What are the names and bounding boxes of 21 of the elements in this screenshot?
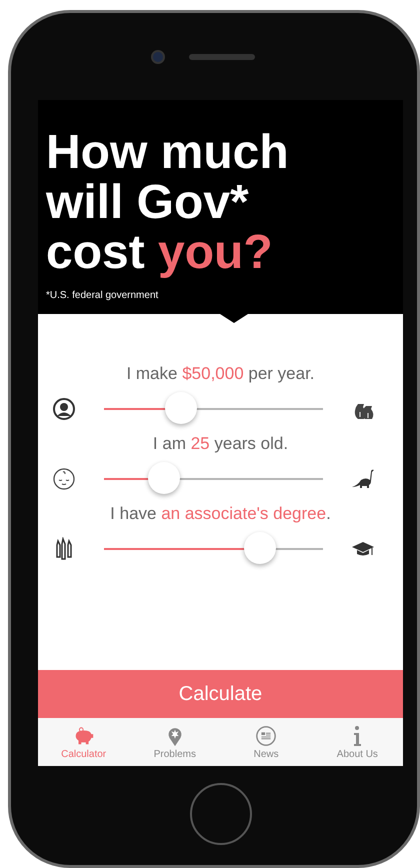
tab[interactable]: Calculator [38,718,130,766]
newspaper-icon [255,724,278,746]
slider-sentence: I am 25 years old. [152,433,290,455]
tab[interactable]: About Us [312,718,403,766]
camera-dot [151,50,165,64]
headline: How much will Gov* cost you? [46,128,290,278]
footnote: *U.S. federal government [46,290,160,301]
slider-thumb[interactable] [148,462,180,494]
slider-sentence: I have an associate's degree. [109,503,332,525]
slider-thumb[interactable] [244,532,276,564]
baby-face-icon [52,467,76,491]
speaker-slot [189,54,255,60]
calculate-button[interactable]: Calculate [38,670,403,718]
info-icon [352,724,362,746]
dinosaur-icon [351,467,375,491]
home-button[interactable] [190,782,252,844]
slider-sentence: I make $50,000 per year. [125,363,316,385]
tab[interactable]: Problems [129,718,220,766]
person-icon [52,397,76,421]
tab[interactable]: News [220,718,312,766]
slider-thumb[interactable] [165,392,198,424]
